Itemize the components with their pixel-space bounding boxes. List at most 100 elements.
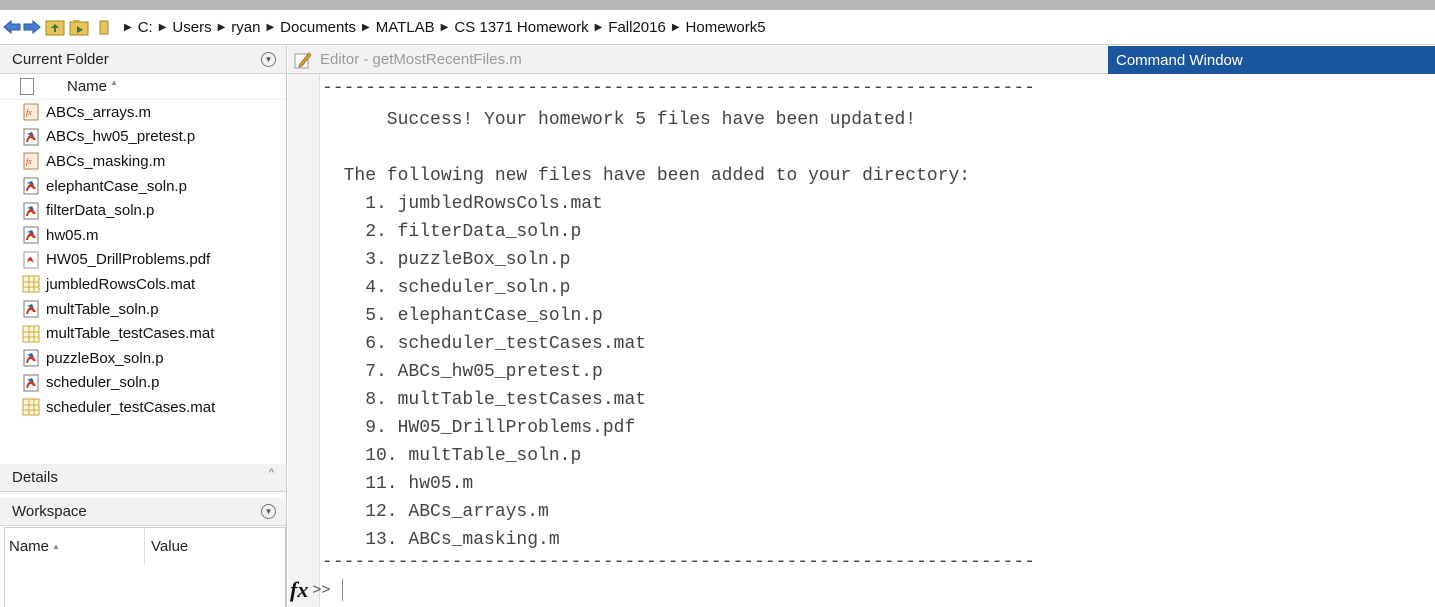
p-file-icon <box>22 300 40 318</box>
output-line: 13. ABCs_masking.m <box>322 530 560 550</box>
breadcrumb-item[interactable]: C: <box>138 19 153 36</box>
command-prompt-row[interactable]: fx >> <box>290 573 344 607</box>
file-list-item[interactable]: HW05_DrillProblems.pdf <box>0 248 286 273</box>
details-title: Details <box>12 469 58 486</box>
output-line: 10. multTable_soln.p <box>322 446 582 466</box>
file-name: filterData_soln.p <box>46 202 155 220</box>
output-line: 8. multTable_testCases.mat <box>322 390 647 410</box>
output-line: 5. elephantCase_soln.p <box>322 306 603 326</box>
file-list-item[interactable]: ABCs_hw05_pretest.p <box>0 125 286 150</box>
file-name: puzzleBox_soln.p <box>46 349 164 367</box>
mat-file-icon <box>22 398 40 416</box>
breadcrumb-item[interactable]: Fall2016 <box>608 19 666 36</box>
breadcrumb-separator-icon[interactable]: ▶ <box>159 22 167 33</box>
p-file-icon <box>22 128 40 146</box>
browse-folder-icon[interactable] <box>68 16 90 38</box>
details-panel-header[interactable]: Details ^ <box>0 464 286 492</box>
file-type-column-icon <box>20 78 34 95</box>
editor-tab-label: Editor - getMostRecentFiles.m <box>320 51 522 68</box>
workspace-actions-icon[interactable]: ▼ <box>261 504 276 519</box>
output-line: 2. filterData_soln.p <box>322 222 582 242</box>
forward-arrow-icon[interactable] <box>22 17 42 37</box>
left-panel: Current Folder ▼ Name ▲ fx ABCs_arrays.m AB… <box>0 46 287 607</box>
breadcrumb-separator-icon[interactable]: ▶ <box>362 22 370 33</box>
output-line: 9. HW05_DrillProblems.pdf <box>322 418 636 438</box>
breadcrumb-item[interactable]: CS 1371 Homework <box>454 19 588 36</box>
folder-small-icon <box>98 16 110 38</box>
mat-file-icon <box>22 275 40 293</box>
command-window-gutter <box>288 74 320 607</box>
p-file-icon <box>22 226 40 244</box>
breadcrumb-separator-icon[interactable]: ▶ <box>595 22 603 33</box>
breadcrumb-item[interactable]: ryan <box>231 19 260 36</box>
file-name: ABCs_hw05_pretest.p <box>46 128 196 146</box>
file-name: jumbledRowsCols.mat <box>46 275 196 293</box>
file-list-item[interactable]: filterData_soln.p <box>0 198 286 223</box>
file-list-item[interactable]: fx ABCs_masking.m <box>0 149 286 174</box>
file-list-item[interactable]: jumbledRowsCols.mat <box>0 272 286 297</box>
workspace-value-column[interactable]: Value <box>145 538 188 555</box>
breadcrumb-separator-icon[interactable]: ▶ <box>266 22 274 33</box>
file-list-item[interactable]: hw05.m <box>0 223 286 248</box>
command-window-tab[interactable]: Command Window <box>1108 46 1435 74</box>
file-list-item[interactable]: multTable_soln.p <box>0 297 286 322</box>
workspace-table: Name ▲ Value <box>4 527 286 607</box>
name-column-header[interactable]: Name ▲ <box>67 78 118 95</box>
window-top-strip <box>0 0 1435 10</box>
file-name: scheduler_testCases.mat <box>46 398 216 416</box>
command-prompt: >> <box>312 581 331 599</box>
back-arrow-icon[interactable] <box>2 17 22 37</box>
breadcrumb-separator-icon[interactable]: ▶ <box>218 22 226 33</box>
file-name: ABCs_arrays.m <box>46 103 152 121</box>
breadcrumb-separator-icon[interactable]: ▶ <box>672 22 680 33</box>
separator-line: ----------------------------------------… <box>322 78 1035 98</box>
expand-caret-icon[interactable]: ^ <box>269 467 274 479</box>
file-list-header: Name ▲ <box>0 74 286 100</box>
output-line: 6. scheduler_testCases.mat <box>322 334 647 354</box>
file-name: elephantCase_soln.p <box>46 177 187 195</box>
current-folder-header: Current Folder ▼ <box>0 46 286 74</box>
p-file-icon <box>22 202 40 220</box>
function-browser-fx-icon[interactable]: fx <box>290 577 308 603</box>
file-list-item[interactable]: scheduler_testCases.mat <box>0 395 286 420</box>
breadcrumb-item[interactable]: MATLAB <box>376 19 435 36</box>
separator-line: ----------------------------------------… <box>322 552 1035 572</box>
file-list-item[interactable]: puzzleBox_soln.p <box>0 346 286 371</box>
command-window-title: Command Window <box>1116 51 1243 69</box>
m-file-icon: fx <box>22 152 40 170</box>
panel-actions-icon[interactable]: ▼ <box>261 52 276 67</box>
pdf-file-icon <box>22 251 40 269</box>
output-line: The following new files have been added … <box>322 166 971 186</box>
file-name: scheduler_soln.p <box>46 374 160 392</box>
breadcrumb-item[interactable]: Documents <box>280 19 356 36</box>
svg-text:fx: fx <box>26 157 32 166</box>
current-folder-title: Current Folder <box>12 51 109 68</box>
file-list-item[interactable]: elephantCase_soln.p <box>0 174 286 199</box>
mat-file-icon <box>22 325 40 343</box>
breadcrumb-separator-icon[interactable]: ▶ <box>441 22 449 33</box>
output-line: 1. jumbledRowsCols.mat <box>322 194 603 214</box>
p-file-icon <box>22 177 40 195</box>
up-folder-icon[interactable] <box>44 16 66 38</box>
editor-tab[interactable]: Editor - getMostRecentFiles.m <box>288 46 1108 74</box>
workspace-name-column[interactable]: Name ▲ <box>5 528 145 564</box>
svg-text:fx: fx <box>26 108 32 117</box>
file-list-item[interactable]: fx ABCs_arrays.m <box>0 100 286 125</box>
address-bar: ▶ C: ▶ Users ▶ ryan ▶ Documents ▶ MATLAB ▶ CS 1371 … <box>0 10 1435 45</box>
file-list: Name ▲ fx ABCs_arrays.m ABCs_hw05_pretest.p… <box>0 74 286 456</box>
file-list-item[interactable]: multTable_testCases.mat <box>0 321 286 346</box>
workspace-header: Workspace ▼ <box>0 498 286 526</box>
output-line: 7. ABCs_hw05_pretest.p <box>322 362 603 382</box>
file-list-item[interactable]: scheduler_soln.p <box>0 371 286 396</box>
file-name: multTable_testCases.mat <box>46 325 215 343</box>
text-cursor[interactable] <box>342 579 344 601</box>
output-line: 3. puzzleBox_soln.p <box>322 250 571 270</box>
output-line: Success! Your homework 5 files have been… <box>322 110 917 130</box>
breadcrumb: ▶ C: ▶ Users ▶ ryan ▶ Documents ▶ MATLAB ▶ CS 1371 … <box>118 19 766 36</box>
file-name: HW05_DrillProblems.pdf <box>46 251 211 269</box>
breadcrumb-item[interactable]: Users <box>172 19 211 36</box>
breadcrumb-item[interactable]: Homework5 <box>686 19 766 36</box>
breadcrumb-separator-icon[interactable]: ▶ <box>124 22 132 33</box>
workspace-title: Workspace <box>12 503 87 520</box>
p-file-icon <box>22 374 40 392</box>
